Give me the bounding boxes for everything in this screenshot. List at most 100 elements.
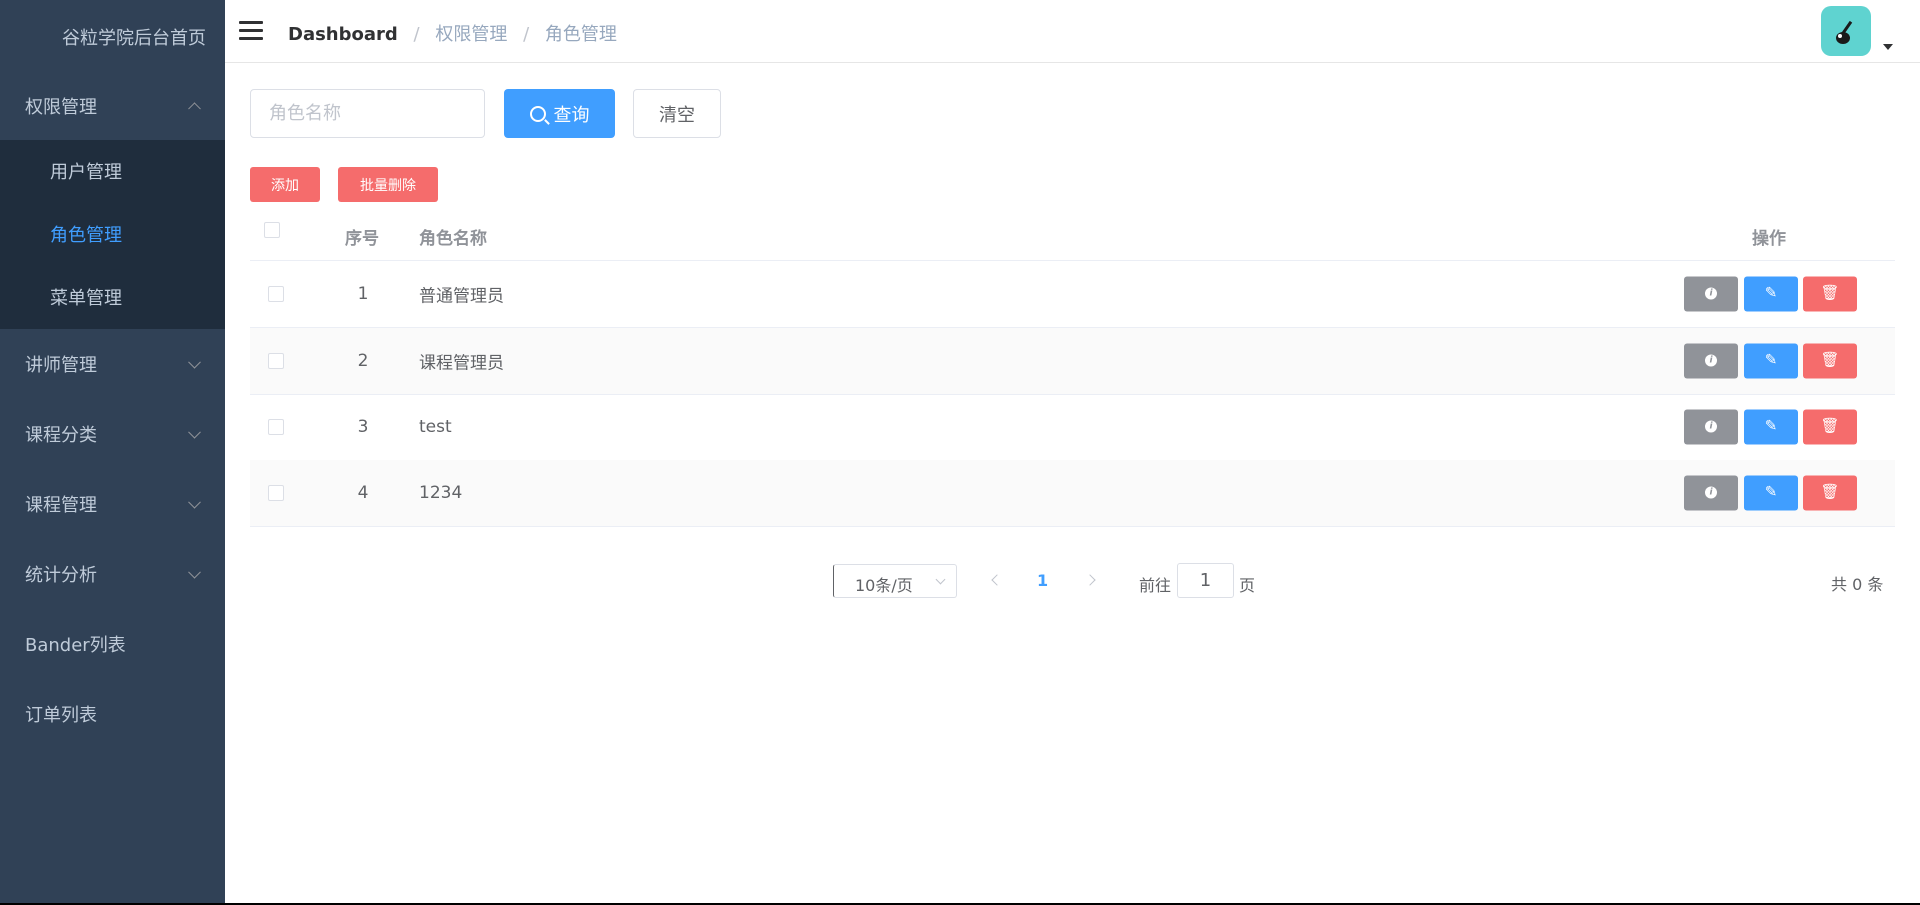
- sidebar-title[interactable]: 谷粒学院后台首页: [62, 24, 206, 50]
- role-name: 1234: [419, 483, 463, 503]
- top-navbar: Dashboard / 权限管理 / 角色管理: [225, 0, 1920, 63]
- sidebar-group-label: 课程管理: [25, 495, 97, 516]
- edit-button[interactable]: ✎: [1744, 343, 1798, 379]
- sidebar-item-label: 菜单管理: [50, 288, 122, 309]
- sidebar-group-label: 统计分析: [25, 565, 97, 586]
- search-icon: [529, 105, 546, 122]
- sidebar: 谷粒学院后台首页 权限管理 用户管理 角色管理 菜单管理 讲师管理 课程分类 课…: [0, 0, 225, 903]
- sidebar-item-banner[interactable]: Bander列表: [0, 609, 225, 679]
- edit-icon: ✎: [1764, 283, 1778, 302]
- goto-suffix-label: 页: [1239, 576, 1256, 595]
- row-number: 4: [357, 483, 369, 503]
- table-row: 1 普通管理员 i ✎ 🗑: [250, 261, 1895, 328]
- info-button[interactable]: i: [1684, 475, 1738, 511]
- edit-icon: ✎: [1764, 416, 1778, 435]
- info-icon: i: [1705, 354, 1717, 367]
- column-header-no: 序号: [345, 228, 379, 249]
- sidebar-item-label: 用户管理: [50, 162, 122, 183]
- trash-icon: 🗑: [1820, 482, 1840, 501]
- row-number: 3: [357, 417, 369, 437]
- trash-icon: 🗑: [1820, 350, 1840, 369]
- row-checkbox[interactable]: [268, 353, 284, 369]
- breadcrumb-roles: 角色管理: [544, 24, 617, 45]
- role-name: test: [419, 417, 452, 437]
- trash-icon: 🗑: [1820, 283, 1840, 302]
- edit-icon: ✎: [1764, 482, 1778, 501]
- info-button[interactable]: i: [1684, 343, 1738, 379]
- sidebar-item-users[interactable]: 用户管理: [0, 140, 225, 202]
- sidebar-group-permission[interactable]: 权限管理: [0, 71, 225, 141]
- delete-button[interactable]: 🗑: [1803, 409, 1857, 445]
- sidebar-item-roles[interactable]: 角色管理: [0, 203, 225, 265]
- batch-delete-button[interactable]: 批量删除: [338, 167, 438, 202]
- clear-button[interactable]: 清空: [633, 89, 721, 138]
- column-header-actions: 操作: [1752, 228, 1786, 249]
- column-header-role-name: 角色名称: [419, 228, 487, 249]
- breadcrumb-dashboard[interactable]: Dashboard: [288, 24, 398, 45]
- page-size-value: 10条/页: [855, 576, 913, 595]
- chevron-down-icon: [188, 425, 201, 439]
- sidebar-submenu: 用户管理 角色管理 菜单管理: [0, 140, 225, 329]
- chevron-down-icon: [188, 355, 201, 369]
- chevron-up-icon: [188, 102, 201, 116]
- breadcrumb: Dashboard / 权限管理 / 角色管理: [288, 20, 617, 46]
- sidebar-group-label: 课程分类: [25, 425, 97, 446]
- sidebar-item-orders[interactable]: 订单列表: [0, 679, 225, 749]
- sidebar-group-label: 权限管理: [25, 97, 97, 118]
- row-checkbox[interactable]: [268, 286, 284, 302]
- sidebar-group-teachers[interactable]: 讲师管理: [0, 329, 225, 399]
- edit-button[interactable]: ✎: [1744, 475, 1798, 511]
- sidebar-group-statistics[interactable]: 统计分析: [0, 539, 225, 609]
- info-icon: i: [1705, 287, 1717, 300]
- add-button-label: 添加: [271, 177, 299, 194]
- chevron-down-icon: [188, 565, 201, 579]
- chevron-down-icon: [188, 495, 201, 509]
- page-number-current[interactable]: 1: [1037, 571, 1048, 590]
- table-row: 2 课程管理员 i ✎ 🗑: [250, 328, 1895, 395]
- table-row: 4 1234 i ✎ 🗑: [250, 460, 1895, 527]
- query-button-label: 查询: [553, 104, 590, 126]
- clear-button-label: 清空: [659, 104, 695, 126]
- role-name-search-input[interactable]: [250, 89, 485, 138]
- info-icon: i: [1705, 486, 1717, 499]
- breadcrumb-separator: /: [413, 24, 420, 45]
- avatar-image-icon: [1836, 20, 1853, 44]
- row-checkbox[interactable]: [268, 419, 284, 435]
- row-checkbox[interactable]: [268, 485, 284, 501]
- info-button[interactable]: i: [1684, 276, 1738, 312]
- sidebar-group-courses[interactable]: 课程管理: [0, 469, 225, 539]
- page-size-select[interactable]: 10条/页: [833, 564, 957, 598]
- sidebar-item-label: Bander列表: [25, 635, 126, 656]
- caret-down-icon[interactable]: [1883, 44, 1893, 50]
- trash-icon: 🗑: [1820, 416, 1840, 435]
- sidebar-item-label: 订单列表: [25, 705, 97, 726]
- avatar[interactable]: [1821, 6, 1871, 56]
- delete-button[interactable]: 🗑: [1803, 343, 1857, 379]
- delete-button[interactable]: 🗑: [1803, 276, 1857, 312]
- next-page-icon[interactable]: [1084, 574, 1096, 586]
- hamburger-menu-icon[interactable]: [239, 21, 263, 41]
- sidebar-group-course-category[interactable]: 课程分类: [0, 399, 225, 469]
- total-count: 共 0 条: [1831, 575, 1884, 594]
- goto-page-input[interactable]: [1177, 563, 1234, 598]
- prev-page-icon[interactable]: [991, 574, 1003, 586]
- add-button[interactable]: 添加: [250, 167, 320, 202]
- edit-icon: ✎: [1764, 350, 1778, 369]
- table-row: 3 test i ✎ 🗑: [250, 394, 1895, 461]
- edit-button[interactable]: ✎: [1744, 276, 1798, 312]
- delete-button[interactable]: 🗑: [1803, 475, 1857, 511]
- sidebar-item-menus[interactable]: 菜单管理: [0, 266, 225, 328]
- edit-button[interactable]: ✎: [1744, 409, 1798, 445]
- info-button[interactable]: i: [1684, 409, 1738, 445]
- sidebar-item-label: 角色管理: [50, 225, 122, 246]
- query-button[interactable]: 查询: [504, 89, 615, 138]
- goto-label: 前往: [1139, 576, 1172, 595]
- select-all-checkbox[interactable]: [264, 222, 280, 238]
- batch-delete-button-label: 批量删除: [360, 177, 416, 194]
- chevron-down-icon: [935, 574, 946, 585]
- row-number: 2: [357, 351, 369, 371]
- role-name: 普通管理员: [419, 286, 504, 307]
- sidebar-group-label: 讲师管理: [25, 355, 97, 376]
- breadcrumb-permission: 权限管理: [435, 24, 508, 45]
- info-icon: i: [1705, 420, 1717, 433]
